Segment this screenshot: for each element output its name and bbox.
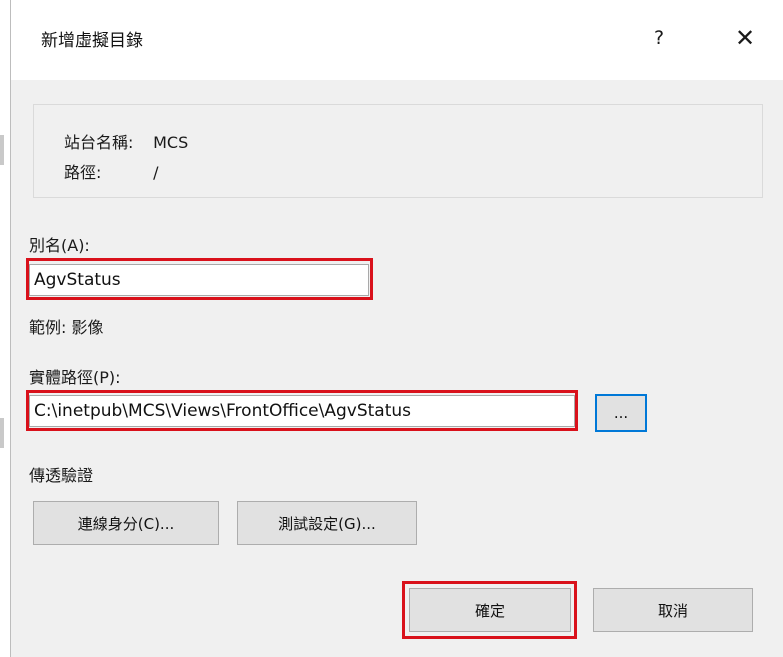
test-settings-button[interactable]: 測試設定(G)... [237,501,417,545]
site-name-label: 站台名稱: [64,133,134,152]
cancel-button[interactable]: 取消 [593,588,753,632]
site-info-panel: 站台名稱: MCS 路徑: / [33,104,763,198]
alias-input[interactable] [29,264,369,296]
physical-path-label: 實體路徑(P): [29,368,121,387]
path-value: / [153,163,159,182]
title-bar: 新增虛擬目錄 ? ✕ [11,0,783,80]
ok-button[interactable]: 確定 [409,588,571,632]
path-label: 路徑: [64,163,102,182]
site-name-row: 站台名稱: MCS [64,129,188,153]
dialog-title: 新增虛擬目錄 [41,31,143,51]
close-button[interactable]: ✕ [723,18,767,58]
connect-as-button[interactable]: 連線身分(C)... [33,501,219,545]
alias-example: 範例: 影像 [29,318,104,337]
browse-button[interactable]: ... [595,394,647,432]
alias-label: 別名(A): [29,236,90,255]
physical-path-input[interactable] [29,395,575,427]
site-name-value: MCS [153,133,189,152]
add-virtual-directory-dialog: 新增虛擬目錄 ? ✕ 站台名稱: MCS 路徑: / 別名(A): 範例: 影像… [10,0,783,657]
pass-through-auth-label: 傳透驗證 [29,466,94,485]
page-edge [0,0,10,657]
background-edge-mark [0,418,4,448]
background-edge-mark [0,135,4,165]
path-row: 路徑: / [64,159,158,183]
help-button[interactable]: ? [639,18,679,58]
